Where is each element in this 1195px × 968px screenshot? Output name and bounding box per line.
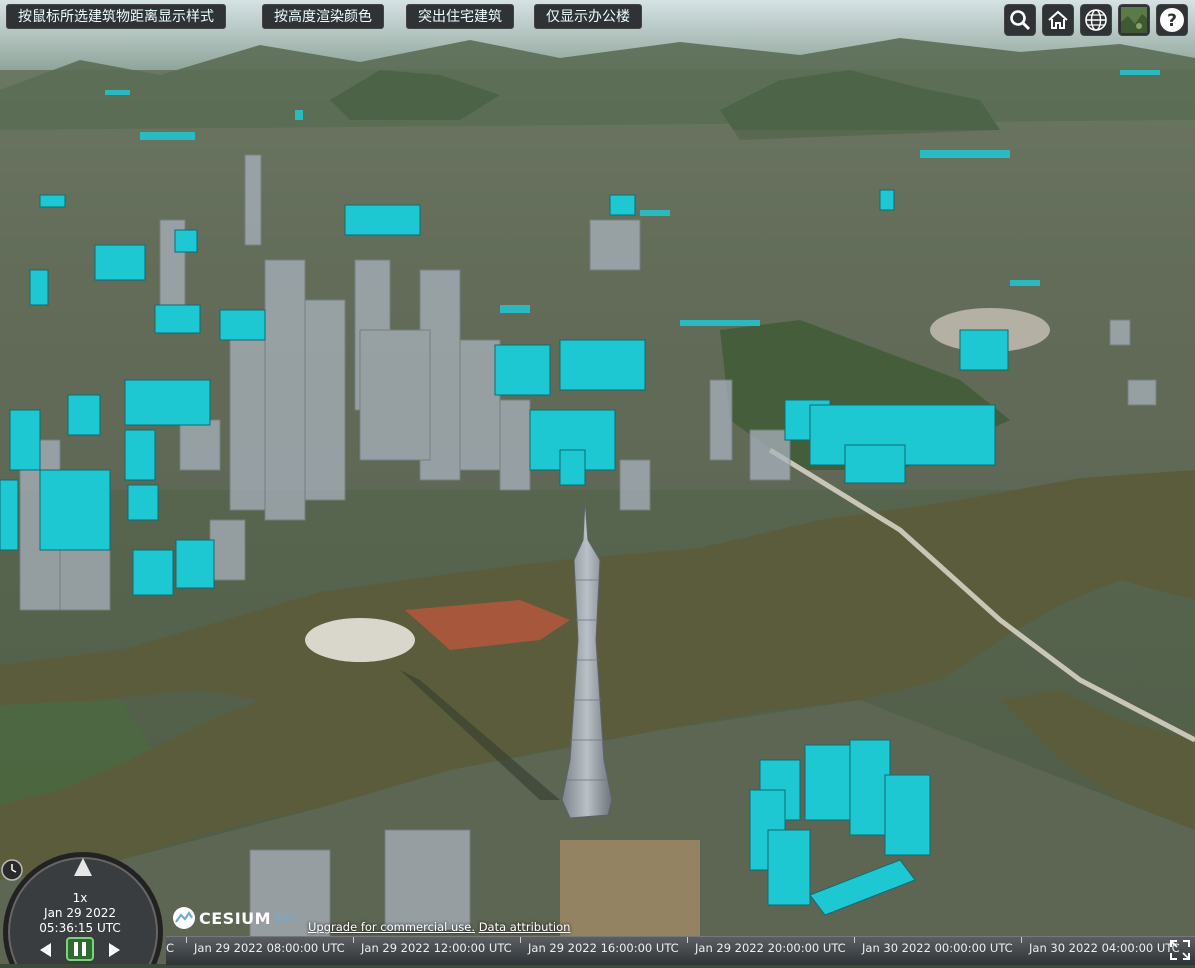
- timeline-label: C: [166, 941, 175, 955]
- home-icon[interactable]: [1042, 4, 1074, 36]
- timeline-label: Jan 29 2022 16:00:00 UTC: [528, 941, 679, 955]
- pause-button[interactable]: [66, 937, 94, 961]
- svg-text:?: ?: [1167, 11, 1177, 31]
- animation-widget: 1x Jan 29 2022 05:36:15 UTC: [0, 852, 166, 968]
- cesium-logo-text: CESIUM: [199, 908, 272, 928]
- timeline-label: Jan 30 2022 04:00:00 UTC: [1029, 941, 1180, 955]
- help-icon[interactable]: ?: [1156, 4, 1188, 36]
- imagery-layer-icon[interactable]: [1118, 4, 1150, 36]
- search-icon[interactable]: [1004, 4, 1036, 36]
- globe-icon[interactable]: [1080, 4, 1112, 36]
- cesium-logo-icon: [173, 907, 195, 929]
- data-attribution-link[interactable]: Data attribution: [479, 920, 571, 934]
- timeline[interactable]: C Jan 29 2022 08:00:00 UTC Jan 29 2022 1…: [166, 936, 1195, 965]
- height-color-button[interactable]: 按高度渲染颜色: [262, 4, 384, 29]
- ion-logo-text: ion: [274, 910, 294, 926]
- office-only-button[interactable]: 仅显示办公楼: [534, 4, 642, 29]
- timeline-label: Jan 29 2022 20:00:00 UTC: [695, 941, 846, 955]
- animation-speed: 1x: [72, 891, 88, 905]
- distance-style-button[interactable]: 按鼠标所选建筑物距离显示样式: [6, 4, 226, 29]
- animation-date: Jan 29 2022: [44, 906, 116, 920]
- play-reverse-button[interactable]: [36, 940, 56, 960]
- animation-time: 05:36:15 UTC: [39, 921, 121, 935]
- credits-bar: Upgrade for commercial use. Data attribu…: [308, 920, 570, 934]
- cesium-ion-logo[interactable]: CESIUM ion: [172, 906, 294, 930]
- upgrade-link[interactable]: Upgrade for commercial use.: [308, 920, 475, 934]
- fullscreen-button[interactable]: [1169, 939, 1191, 961]
- map-3d-viewport[interactable]: [0, 0, 1195, 964]
- timeline-label: Jan 30 2022 00:00:00 UTC: [862, 941, 1013, 955]
- highlight-residential-button[interactable]: 突出住宅建筑: [406, 4, 514, 29]
- timeline-label: Jan 29 2022 08:00:00 UTC: [194, 941, 345, 955]
- play-forward-button[interactable]: [104, 940, 124, 960]
- timeline-label: Jan 29 2022 12:00:00 UTC: [361, 941, 512, 955]
- fullscreen-icon: [1170, 940, 1190, 960]
